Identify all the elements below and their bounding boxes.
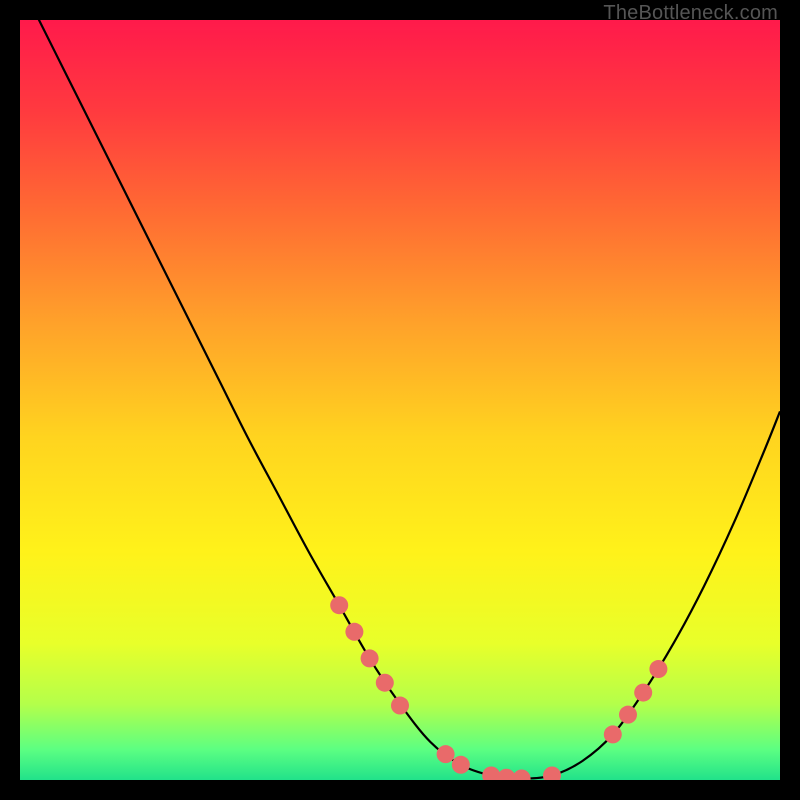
highlight-point	[649, 660, 667, 678]
highlight-point	[437, 745, 455, 763]
highlight-point	[361, 649, 379, 667]
highlight-point	[345, 623, 363, 641]
chart-frame: TheBottleneck.com	[0, 0, 800, 800]
highlight-point	[452, 756, 470, 774]
highlight-point	[619, 706, 637, 724]
highlight-point	[604, 725, 622, 743]
highlight-point	[391, 697, 409, 715]
watermark-text: TheBottleneck.com	[603, 2, 778, 25]
highlight-point	[330, 596, 348, 614]
highlight-point	[634, 684, 652, 702]
plot-area	[20, 20, 780, 780]
bottleneck-chart	[20, 20, 780, 780]
highlight-point	[376, 674, 394, 692]
